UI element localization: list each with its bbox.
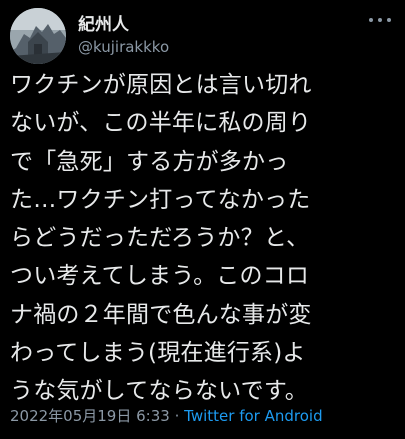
display-name[interactable]: 紀州人 [78, 10, 129, 35]
tweet-meta: 2022年05月19日 6:33 · Twitter for Android [10, 405, 323, 426]
tweet-text-line: た…ワクチン打ってなかった [10, 186, 311, 213]
avatar[interactable] [10, 8, 66, 64]
tweet-text: ワクチンが原因とは言い切れ ないが、この半年に私の周り で「急死」する方が多かっ… [10, 66, 400, 411]
tweet-text-line: で「急死」する方が多かっ [10, 148, 289, 175]
source-link[interactable]: Twitter for Android [184, 407, 322, 425]
meta-separator: · [174, 407, 180, 425]
tweet-text-line: ないが、この半年に私の周り [10, 110, 312, 137]
tweet-text-line: わってしまう(現在進行系)よ [10, 340, 306, 367]
more-icon[interactable] [369, 14, 391, 26]
timestamp[interactable]: 2022年05月19日 6:33 [10, 407, 170, 425]
tweet-text-line: ワクチンが原因とは言い切れ [10, 72, 312, 98]
tweet: 紀州人 @kujirakkko ワクチンが原因とは言い切れ ないが、この半年に私… [0, 0, 405, 439]
tweet-text-line: つい考えてしまう。このコロ [10, 263, 310, 290]
tweet-text-line: らどうだっただろうか？と、 [10, 225, 310, 252]
tweet-text-line: ナ禍の２年間で色んな事が変 [10, 301, 312, 328]
user-handle[interactable]: @kujirakkko [78, 38, 169, 56]
